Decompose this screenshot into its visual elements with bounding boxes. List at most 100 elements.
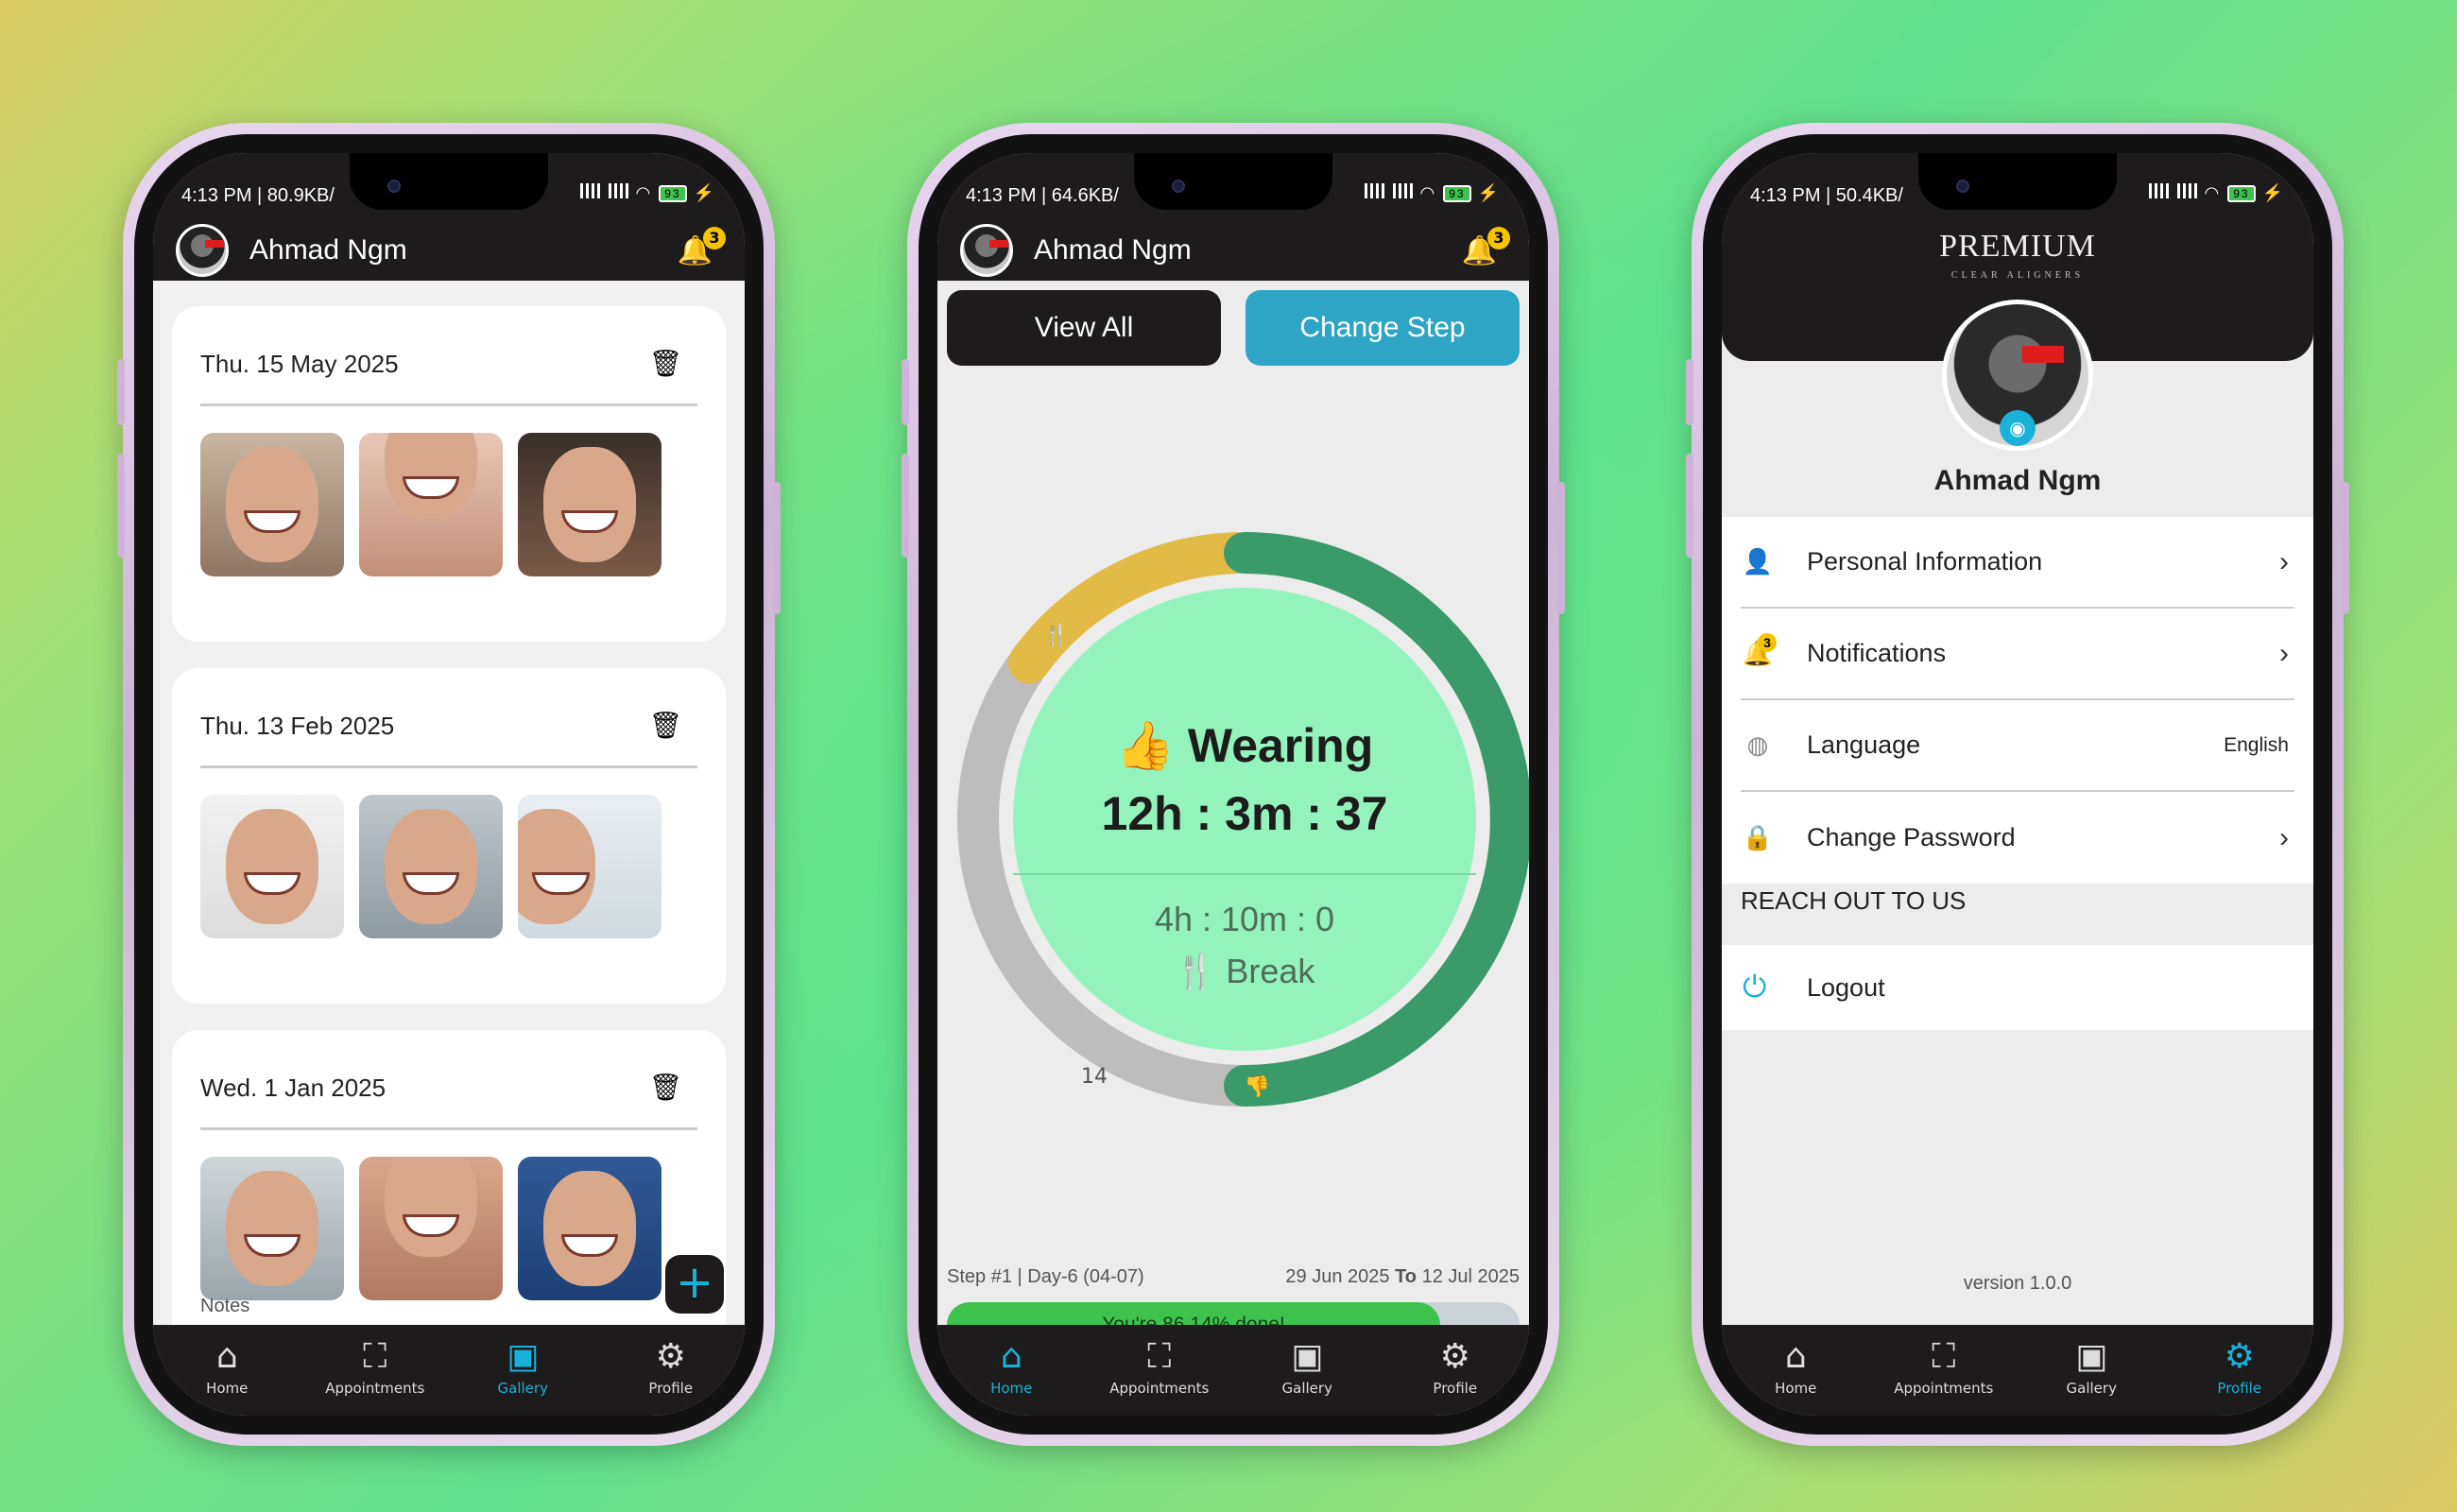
tab-label: Profile bbox=[2217, 1380, 2262, 1397]
gallery-card: Thu. 13 Feb 2025 🗑 bbox=[172, 668, 726, 1004]
tab-label: Appointments bbox=[1109, 1380, 1210, 1397]
photo-thumbnail[interactable] bbox=[359, 433, 503, 576]
fork-knife-icon: 🍴 bbox=[1174, 952, 1217, 990]
photo-thumbnail[interactable] bbox=[200, 433, 344, 576]
status-time: 4:13 PM | 50.4KB/ bbox=[1750, 185, 1903, 206]
break-time: 4h : 10m : 0 bbox=[1154, 900, 1335, 938]
tab-label: Gallery bbox=[2066, 1380, 2117, 1397]
photo-thumbnail[interactable] bbox=[518, 433, 662, 576]
menu-language[interactable]: ◍ Language English bbox=[1741, 700, 2294, 792]
status-icons: ◠ 93 ⚡ bbox=[580, 183, 716, 203]
menu-personal-information[interactable]: 👤 Personal Information › bbox=[1741, 517, 2294, 609]
notch bbox=[1918, 153, 2117, 210]
version-label: version 1.0.0 bbox=[1963, 1273, 2072, 1294]
menu-notifications[interactable]: 🔔 3 Notifications › bbox=[1741, 609, 2294, 700]
camera-icon[interactable]: ◉ bbox=[2000, 410, 2036, 446]
tab-profile[interactable]: ⚙ Profile bbox=[597, 1337, 746, 1398]
avatar[interactable] bbox=[176, 223, 229, 277]
tab-home[interactable]: ⌂ Home bbox=[937, 1338, 1086, 1398]
tab-home[interactable]: ⌂ Home bbox=[1722, 1337, 1870, 1398]
image-icon: ▣ bbox=[2075, 1337, 2108, 1376]
photo-thumbnail[interactable] bbox=[359, 1157, 503, 1300]
notes-label: Notes bbox=[200, 1296, 250, 1316]
add-photo-button[interactable]: + bbox=[665, 1255, 724, 1314]
gear-icon: ⚙ bbox=[655, 1337, 686, 1376]
step-info: Step #1 | Day-6 (04-07) 29 Jun 2025 To 1… bbox=[947, 1266, 1520, 1288]
avatar[interactable] bbox=[960, 223, 1013, 277]
tab-gallery[interactable]: ▣ Gallery bbox=[1233, 1338, 1382, 1398]
tab-profile[interactable]: ⚙ Profile bbox=[2166, 1337, 2314, 1398]
day-marker: 14 bbox=[1081, 1065, 1108, 1089]
chevron-right-icon: › bbox=[2279, 637, 2289, 669]
gear-icon: ⚙ bbox=[1439, 1337, 1470, 1376]
user-name: Ahmad Ngm bbox=[1034, 233, 1192, 266]
bottom-tab-bar: ⌂ Home ⛶ Appointments ▣ Gallery ⚙ Profile bbox=[153, 1325, 745, 1416]
scan-icon: ⛶ bbox=[1932, 1337, 1956, 1376]
side-button bbox=[1686, 359, 1693, 425]
chevron-right-icon: › bbox=[2279, 545, 2289, 577]
date-to: 12 Jul 2025 bbox=[1421, 1266, 1520, 1287]
photo-thumbnail[interactable] bbox=[518, 795, 662, 938]
wearing-time: 12h : 3m : 37 bbox=[1101, 787, 1388, 840]
tab-gallery[interactable]: ▣ Gallery bbox=[2018, 1337, 2166, 1398]
image-icon: ▣ bbox=[507, 1337, 540, 1376]
globe-icon: ◍ bbox=[1746, 730, 1769, 759]
tab-appointments[interactable]: ⛶ Appointments bbox=[1086, 1337, 1234, 1398]
tab-appointments[interactable]: ⛶ Appointments bbox=[301, 1338, 450, 1398]
tab-appointments[interactable]: ⛶ Appointments bbox=[1870, 1337, 2019, 1398]
tab-label: Home bbox=[990, 1380, 1033, 1397]
app-header: Ahmad Ngm 🔔 3 bbox=[937, 219, 1529, 281]
tab-label: Gallery bbox=[1281, 1380, 1332, 1397]
status-time: 4:13 PM | 80.9KB/ bbox=[181, 185, 335, 206]
side-button bbox=[117, 454, 125, 558]
brand-logo: PREMIUM bbox=[1939, 229, 2096, 264]
tab-label: Profile bbox=[1433, 1380, 1478, 1397]
logout-button[interactable]: ⏻ Logout bbox=[1722, 945, 2313, 1030]
home-icon: ⌂ bbox=[215, 1337, 238, 1376]
gallery-date: Thu. 13 Feb 2025 bbox=[200, 668, 697, 768]
profile-menu: 👤 Personal Information › 🔔 3 Notification… bbox=[1722, 517, 2313, 884]
gallery-card: Thu. 15 May 2025 🗑 bbox=[172, 306, 726, 642]
trash-icon[interactable]: 🗑 bbox=[648, 710, 682, 741]
status-icons: ◠ 93 ⚡ bbox=[2149, 183, 2285, 203]
menu-change-password[interactable]: 🔒 Change Password › bbox=[1741, 792, 2294, 884]
tab-profile[interactable]: ⚙ Profile bbox=[1382, 1337, 1530, 1398]
user-name: Ahmad Ngm bbox=[249, 233, 407, 266]
to-label: To bbox=[1395, 1266, 1418, 1287]
scan-icon: ⛶ bbox=[1147, 1337, 1172, 1376]
gallery-date: Thu. 15 May 2025 bbox=[200, 306, 697, 406]
tab-label: Appointments bbox=[325, 1380, 425, 1397]
bell-icon[interactable]: 🔔 3 bbox=[1462, 227, 1510, 267]
bell-icon: 🔔 3 bbox=[1741, 633, 1777, 668]
tab-label: Appointments bbox=[1894, 1380, 1994, 1397]
tab-label: Home bbox=[206, 1380, 249, 1397]
person-icon: 👤 bbox=[1742, 547, 1774, 576]
change-step-button[interactable]: Change Step bbox=[1246, 290, 1520, 366]
photo-thumbnail[interactable] bbox=[200, 1157, 344, 1300]
tab-gallery[interactable]: ▣ Gallery bbox=[449, 1337, 597, 1398]
side-button bbox=[117, 359, 125, 425]
phone-profile: 4:13 PM | 50.4KB/ ◠ 93 ⚡ PREMIUM CLEAR A… bbox=[1686, 123, 2349, 1446]
thumbs-up-icon: 👍 bbox=[1115, 719, 1175, 772]
bell-icon[interactable]: 🔔 3 bbox=[678, 227, 726, 267]
side-button bbox=[1557, 482, 1565, 614]
photo-thumbnail[interactable] bbox=[518, 1157, 662, 1300]
notification-badge: 3 bbox=[1487, 227, 1510, 249]
side-button bbox=[773, 482, 781, 614]
trash-icon[interactable]: 🗑 bbox=[648, 348, 682, 379]
language-value: English bbox=[2224, 733, 2289, 756]
notch bbox=[1134, 153, 1332, 210]
tab-label: Profile bbox=[648, 1380, 694, 1397]
gear-icon: ⚙ bbox=[2224, 1337, 2255, 1376]
phone-home: 4:13 PM | 64.6KB/ ◠ 93 ⚡ Ahmad Ngm 🔔 3 Vi… bbox=[902, 123, 1565, 1446]
photo-thumbnail[interactable] bbox=[359, 795, 503, 938]
view-all-button[interactable]: View All bbox=[947, 290, 1221, 366]
tab-home[interactable]: ⌂ Home bbox=[153, 1337, 301, 1398]
home-icon: ⌂ bbox=[1784, 1337, 1807, 1376]
notification-badge: 3 bbox=[1758, 633, 1777, 652]
trash-icon[interactable]: 🗑 bbox=[648, 1072, 682, 1103]
break-label: Break bbox=[1226, 952, 1315, 990]
ring-fork-knife-icon: 🍴 bbox=[1043, 623, 1069, 647]
photo-thumbnail[interactable] bbox=[200, 795, 344, 938]
side-button bbox=[1686, 454, 1693, 558]
